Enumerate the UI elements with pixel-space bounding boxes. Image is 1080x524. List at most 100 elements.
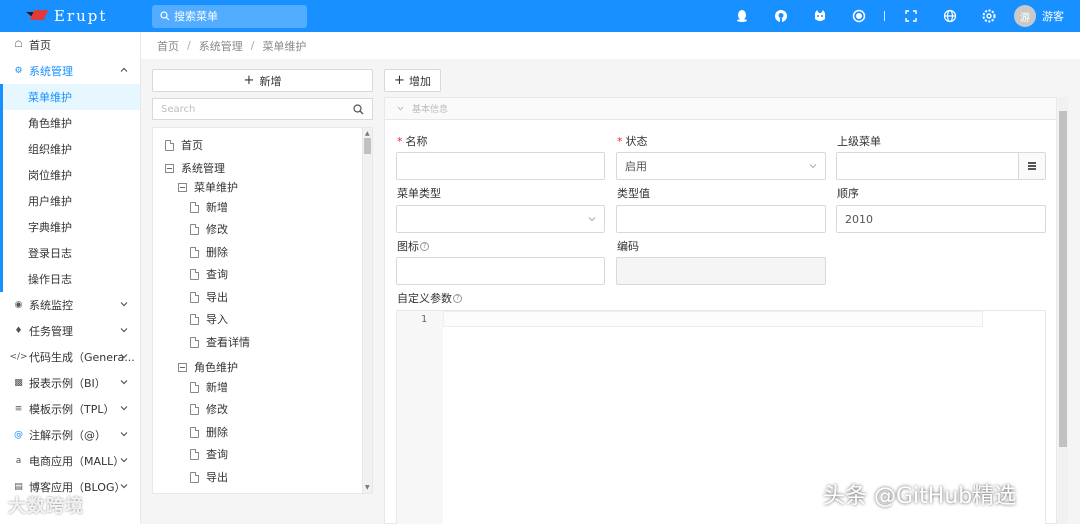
- file-icon: [190, 471, 199, 483]
- scroll-down-icon[interactable]: ▼: [365, 484, 370, 491]
- type-value-field[interactable]: [616, 205, 826, 233]
- template-icon: ≡: [14, 404, 23, 414]
- tree-node[interactable]: 导出: [190, 288, 228, 306]
- required-mark: *: [617, 134, 623, 148]
- menu-search-input[interactable]: 搜索菜单: [152, 4, 307, 28]
- breadcrumb-current: 菜单维护: [262, 39, 307, 53]
- type-value-label: 类型值: [617, 187, 650, 200]
- sidebar-item-role[interactable]: 角色维护: [3, 110, 140, 136]
- sidebar-item-login-log[interactable]: 登录日志: [3, 240, 140, 266]
- record-icon[interactable]: [839, 0, 878, 32]
- editor-active-line[interactable]: [443, 311, 983, 327]
- sidebar-item-bi[interactable]: ▩ 报表示例（BI）: [0, 370, 140, 396]
- page-scrollbar[interactable]: [1058, 97, 1068, 524]
- tree-add-button[interactable]: + 新增: [152, 69, 373, 92]
- header-actions: 游 游客: [722, 0, 1080, 32]
- at-icon: @: [14, 430, 23, 440]
- code-field: [616, 257, 826, 285]
- file-icon: [190, 223, 199, 235]
- tree-search-input[interactable]: Search: [152, 98, 373, 120]
- tree-node[interactable]: 查看详情: [190, 333, 250, 351]
- settings-icon[interactable]: [969, 0, 1008, 32]
- editor-gutter: 1: [397, 311, 443, 524]
- tree-node[interactable]: 菜单维护: [178, 178, 238, 196]
- sidebar-item-op-log[interactable]: 操作日志: [3, 266, 140, 292]
- code-icon: </>: [9, 352, 28, 362]
- scroll-thumb[interactable]: [1059, 111, 1067, 447]
- sidebar-item-annotation[interactable]: @ 注解示例（@）: [0, 422, 140, 448]
- tree-node[interactable]: 新增: [190, 378, 228, 396]
- blog-icon: ▤: [14, 482, 23, 492]
- user-menu[interactable]: 游 游客: [1008, 5, 1080, 27]
- tree-node[interactable]: 修改: [190, 400, 228, 418]
- scroll-thumb[interactable]: [364, 138, 371, 154]
- chevron-up-icon: [120, 67, 128, 72]
- collapse-icon[interactable]: [165, 163, 174, 173]
- tree-node[interactable]: 删除: [190, 243, 228, 261]
- tree-node[interactable]: 查询: [190, 265, 228, 283]
- file-icon: [165, 139, 174, 151]
- header-divider: [884, 11, 885, 21]
- github-icon[interactable]: [761, 0, 800, 32]
- icon-field[interactable]: [396, 257, 605, 285]
- tree-node[interactable]: 首页: [165, 136, 203, 154]
- name-field[interactable]: [396, 152, 605, 180]
- search-icon: [160, 11, 170, 21]
- tree-node[interactable]: 角色维护: [178, 358, 238, 376]
- gitee-icon[interactable]: [800, 0, 839, 32]
- monitor-icon: ◉: [14, 300, 23, 310]
- scroll-up-icon[interactable]: ▲: [365, 130, 370, 137]
- collapse-icon[interactable]: [178, 362, 187, 372]
- tree-node[interactable]: 新增: [190, 198, 228, 216]
- tree-node[interactable]: 删除: [190, 423, 228, 441]
- search-placeholder: 搜索菜单: [174, 10, 218, 23]
- logo[interactable]: Erupt: [0, 7, 141, 25]
- help-icon[interactable]: ?: [453, 293, 462, 303]
- status-select[interactable]: 启用: [616, 152, 826, 180]
- system-submenu: 菜单维护 角色维护 组织维护 岗位维护 用户维护 字典维护 登录日志 操作日志: [0, 84, 140, 292]
- collapse-icon[interactable]: [178, 182, 187, 192]
- tree-scrollbar[interactable]: ▲ ▼: [362, 128, 372, 493]
- parent-label: 上级菜单: [837, 135, 881, 148]
- section-header[interactable]: 基本信息: [385, 98, 1056, 120]
- sidebar-item-task[interactable]: ♦ 任务管理: [0, 318, 140, 344]
- amazon-icon: a: [15, 456, 22, 466]
- chevron-down-icon: [397, 106, 404, 111]
- chevron-down-icon: [588, 217, 596, 222]
- tree-node[interactable]: 修改: [190, 220, 228, 238]
- chevron-down-icon: [120, 380, 128, 385]
- file-icon: [190, 336, 199, 348]
- breadcrumb-home[interactable]: 首页: [157, 38, 179, 54]
- form-add-button[interactable]: + 增加: [384, 69, 441, 92]
- sidebar-item-user[interactable]: 用户维护: [3, 188, 140, 214]
- menu-type-select[interactable]: [396, 205, 605, 233]
- parent-menu-field[interactable]: [836, 152, 1046, 180]
- sidebar-item-menu[interactable]: 菜单维护: [3, 84, 140, 110]
- sidebar: ☖ 首页 ⚙ 系统管理 菜单维护 角色维护 组织维护 岗位维护 用户维护 字典维…: [0, 32, 141, 524]
- tree-node[interactable]: 查询: [190, 445, 228, 463]
- file-icon: [190, 403, 199, 415]
- help-icon[interactable]: ?: [420, 241, 429, 251]
- language-icon[interactable]: [930, 0, 969, 32]
- breadcrumb-system[interactable]: 系统管理: [199, 38, 243, 54]
- tree-node[interactable]: 导入: [190, 310, 228, 328]
- sidebar-item-monitor[interactable]: ◉ 系统监控: [0, 292, 140, 318]
- sidebar-item-mall[interactable]: a 电商应用（MALL）: [0, 448, 140, 474]
- fullscreen-icon[interactable]: [891, 0, 930, 32]
- tree-node[interactable]: 导出: [190, 468, 228, 486]
- sort-field[interactable]: 2010: [836, 205, 1046, 233]
- qq-icon[interactable]: [722, 0, 761, 32]
- sidebar-item-home[interactable]: ☖ 首页: [0, 32, 140, 58]
- list-icon[interactable]: [1018, 153, 1045, 179]
- tree-node[interactable]: 系统管理: [165, 159, 225, 177]
- sidebar-item-org[interactable]: 组织维护: [3, 136, 140, 162]
- chevron-down-icon: [120, 484, 128, 489]
- file-icon: [190, 291, 199, 303]
- plus-icon: +: [394, 73, 405, 88]
- sidebar-item-tpl[interactable]: ≡ 模板示例（TPL）: [0, 396, 140, 422]
- sidebar-item-post[interactable]: 岗位维护: [3, 162, 140, 188]
- sidebar-item-dict[interactable]: 字典维护: [3, 214, 140, 240]
- sidebar-item-system[interactable]: ⚙ 系统管理: [0, 58, 140, 84]
- home-icon: ☖: [14, 40, 23, 50]
- sidebar-item-codegen[interactable]: </> 代码生成（Genera...: [0, 344, 140, 370]
